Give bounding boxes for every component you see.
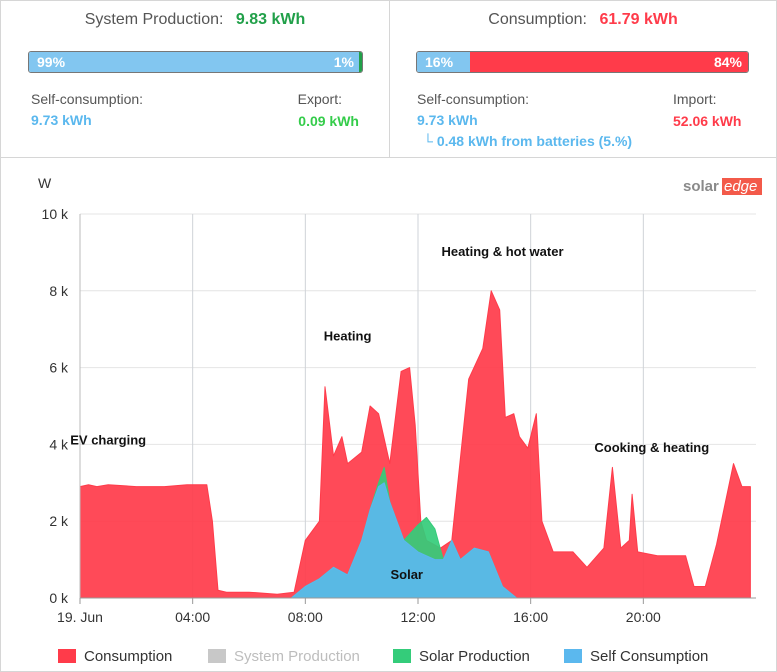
legend-label: System Production: [234, 648, 360, 665]
x-tick-label: 19. Jun: [57, 609, 103, 625]
legend-label: Self Consumption: [590, 648, 709, 665]
y-tick-label: 0 k: [49, 590, 69, 606]
legend-swatch: [564, 649, 582, 663]
legend-item-system-production[interactable]: System Production: [208, 648, 360, 665]
legend-swatch: [208, 649, 226, 663]
y-tick-label: 8 k: [49, 283, 69, 299]
chart-legend: Consumption System Production Solar Produc…: [0, 648, 777, 670]
x-tick-label: 08:00: [288, 609, 323, 625]
legend-item-self-consumption[interactable]: Self Consumption: [564, 648, 708, 665]
logo-solar: solar: [683, 178, 719, 195]
chart-annotation: Cooking & heating: [594, 440, 709, 455]
chart-annotation: Solar: [390, 567, 423, 582]
solaredge-logo: solar edge: [683, 178, 762, 195]
logo-edge: edge: [724, 178, 757, 195]
chart-annotation: Heating: [324, 329, 372, 344]
y-tick-label: 6 k: [49, 360, 69, 376]
x-tick-label: 16:00: [513, 609, 548, 625]
chart-annotation: Heating & hot water: [441, 244, 563, 259]
y-tick-label: 2 k: [49, 513, 69, 529]
y-axis-unit: W: [38, 175, 52, 191]
legend-item-solar-production[interactable]: Solar Production: [393, 648, 530, 665]
x-tick-label: 12:00: [400, 609, 435, 625]
legend-item-consumption[interactable]: Consumption: [58, 648, 172, 665]
y-tick-label: 4 k: [49, 436, 69, 452]
x-tick-label: 20:00: [626, 609, 661, 625]
legend-label: Solar Production: [419, 648, 530, 665]
legend-swatch: [58, 649, 76, 663]
legend-swatch: [393, 649, 411, 663]
y-tick-label: 10 k: [42, 206, 69, 222]
chart-annotation: EV charging: [70, 432, 146, 447]
x-tick-label: 04:00: [175, 609, 210, 625]
legend-label: Consumption: [84, 648, 173, 665]
energy-chart: 0 k 2 k 4 k 6 k 8 k 10 k 19. Jun 04:00 08:00 12:0…: [38, 175, 762, 625]
